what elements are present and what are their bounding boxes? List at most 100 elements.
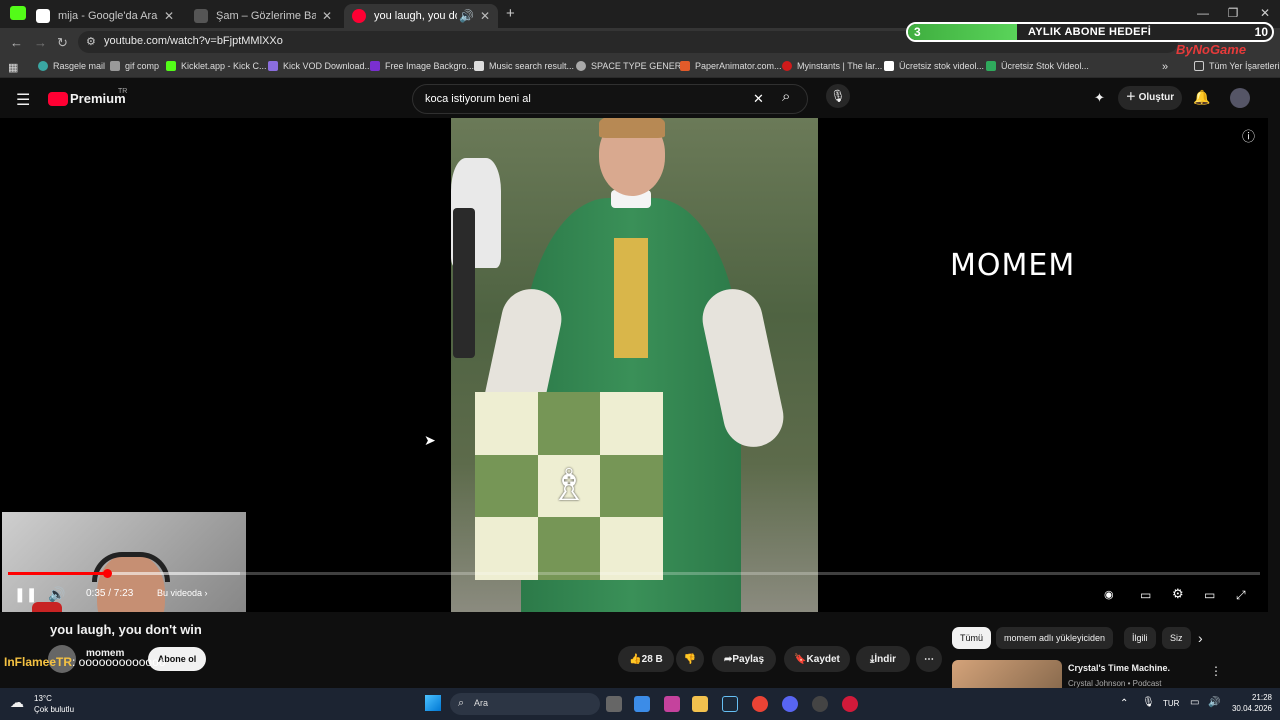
chevron-right-icon[interactable]: ›	[1198, 630, 1203, 646]
bookmark-label: Music search result...	[489, 61, 575, 71]
autoplay-toggle[interactable]: ◉	[1104, 588, 1114, 601]
tray-chevron-icon[interactable]: ⌃	[1120, 698, 1128, 709]
weather-icon[interactable]: ☁	[10, 694, 24, 711]
clear-icon[interactable]: ✕	[753, 91, 764, 107]
thumbs-up-icon: 👍	[629, 653, 642, 665]
search-input[interactable]: koca istiyorum beni al	[425, 93, 531, 105]
voice-search-icon[interactable]: 🎙	[826, 84, 850, 108]
close-icon[interactable]: ✕	[480, 9, 490, 23]
progress-scrubber[interactable]	[102, 569, 112, 578]
reload-button[interactable]: ↻	[57, 35, 68, 51]
discord-icon[interactable]	[782, 696, 798, 712]
bookmark-item[interactable]: Ücretsiz Stok Videol...	[986, 61, 1089, 71]
menu-icon[interactable]: ☰	[16, 90, 30, 110]
bookmark-item[interactable]: Kick VOD Download...	[268, 61, 372, 71]
chat-username: InFlameeTR	[4, 655, 73, 669]
bookmark-label: gif comp	[125, 61, 160, 71]
gemini-icon[interactable]: ✦	[1094, 90, 1105, 106]
account-avatar[interactable]	[1230, 88, 1250, 108]
system-clock[interactable]: 21:28 30.04.2026	[1228, 692, 1272, 714]
minimize-button[interactable]: —	[1188, 6, 1218, 20]
window-close-button[interactable]: ✕	[1250, 6, 1280, 20]
weather-widget[interactable]: 13°C Çok bulutlu	[34, 693, 74, 715]
chat-overlay: InFlameeTR: ooooooooooooo	[4, 655, 165, 669]
chip-you[interactable]: Siz	[1162, 627, 1191, 649]
task-view-icon[interactable]	[606, 696, 622, 712]
sub-goal-max: 10	[1254, 25, 1268, 39]
office-icon[interactable]	[664, 696, 680, 712]
bookmark-label: Rasgele mail	[53, 61, 106, 71]
chip-all[interactable]: Tümü	[952, 627, 992, 649]
dislike-button[interactable]: 👎	[676, 646, 704, 672]
clock-date: 30.04.2026	[1231, 704, 1272, 713]
subtitles-icon[interactable]: ▭	[1140, 588, 1151, 602]
chip-uploader[interactable]: momem adlı yükleyiciden	[996, 627, 1114, 649]
search-icon[interactable]: ⌕	[782, 88, 790, 105]
taskbar-search[interactable]: ⌕ Ara	[450, 693, 600, 715]
maximize-button[interactable]: ❐	[1218, 6, 1248, 20]
fullscreen-icon[interactable]: ⤢	[1236, 588, 1246, 603]
bookmarks-bar: ▦ Rasgele mail gif comp Kicklet.app - Ki…	[0, 56, 1280, 78]
clock-time: 21:28	[1251, 693, 1272, 702]
share-icon: ➦	[723, 653, 733, 665]
chrome-icon[interactable]	[752, 696, 768, 712]
recommendation-thumbnail[interactable]	[952, 660, 1062, 688]
close-icon[interactable]: ✕	[322, 9, 332, 23]
more-actions-button[interactable]: ⋯	[916, 646, 942, 672]
obs-icon[interactable]	[812, 696, 828, 712]
bookmark-item[interactable]: Music search result...	[474, 61, 574, 71]
notifications-icon[interactable]: 🔔	[1193, 89, 1210, 106]
media-app-icon[interactable]	[842, 696, 858, 712]
tab-lyrics[interactable]: Şam – Gözlerime Bak Lyrics | Ge ✕	[186, 4, 340, 28]
bookmark-item[interactable]: Myinstants | The lar...	[782, 61, 882, 71]
steam-icon[interactable]	[722, 696, 738, 712]
apps-icon[interactable]: ▦	[8, 61, 18, 74]
site-info-icon[interactable]: ⚙	[86, 35, 96, 48]
windows-start-icon[interactable]	[425, 695, 441, 711]
store-icon[interactable]	[634, 696, 650, 712]
more-vert-icon[interactable]: ⋮	[1210, 664, 1222, 678]
bookmark-label: Myinstants | The lar...	[797, 61, 883, 71]
forward-button[interactable]: →	[34, 35, 47, 50]
download-button[interactable]: ⤓ İndir	[856, 646, 910, 672]
new-tab-button[interactable]: +	[506, 5, 515, 22]
network-icon[interactable]: ▭	[1190, 697, 1199, 708]
save-button[interactable]: 🔖 Kaydet	[784, 646, 850, 672]
bookmark-item[interactable]: Ücretsiz stok videol...	[884, 61, 984, 71]
kick-extension-icon[interactable]	[10, 6, 26, 20]
pause-icon[interactable]: ❚❚	[14, 586, 37, 603]
tab-youtube[interactable]: you laugh, you don't win - YouTube 🔊 ✕	[344, 4, 498, 28]
more-bookmarks-icon[interactable]: »	[1162, 61, 1168, 73]
search-bar[interactable]: koca istiyorum beni al ✕	[412, 84, 808, 114]
bookmark-item[interactable]: PaperAnimator.com...	[680, 61, 782, 71]
audio-icon[interactable]: 🔊	[459, 9, 474, 23]
bookmark-item[interactable]: Kicklet.app - Kick C...	[166, 61, 267, 71]
bookmark-item[interactable]: Free Image Backgro...	[370, 61, 474, 71]
bookmark-item[interactable]: gif comp	[110, 61, 159, 71]
like-button[interactable]: 👍 28 B	[618, 646, 674, 672]
theater-mode-icon[interactable]: ▭	[1204, 588, 1215, 602]
bookmark-item[interactable]: SPACE TYPE GENER...	[576, 61, 689, 71]
close-icon[interactable]: ✕	[164, 9, 174, 23]
volume-icon[interactable]: 🔊	[48, 586, 65, 603]
time-display: 0:35 / 7:23	[86, 588, 134, 599]
back-button[interactable]: ←	[10, 35, 23, 50]
youtube-logo-icon[interactable]	[48, 92, 68, 106]
chess-square: ♗	[537, 454, 601, 518]
chip-related[interactable]: İlgili	[1124, 627, 1156, 649]
language-indicator[interactable]: TUR	[1163, 699, 1179, 708]
volume-tray-icon[interactable]: 🔊	[1208, 697, 1220, 708]
recommendation-title[interactable]: Crystal's Time Machine.	[1068, 663, 1170, 673]
chapter-button[interactable]: Bu videoda ›	[157, 588, 208, 598]
create-button[interactable]: ＋ Oluştur	[1118, 86, 1182, 110]
all-bookmarks-folder[interactable]: Tüm Yer İşaretleri	[1194, 61, 1280, 71]
chip-label: Tümü	[960, 633, 984, 643]
bookmark-item[interactable]: Rasgele mail	[38, 61, 105, 71]
file-explorer-icon[interactable]	[692, 696, 708, 712]
info-icon[interactable]: ⓘ	[1242, 126, 1255, 145]
microphone-tray-icon[interactable]: 🎙	[1142, 697, 1155, 708]
tab-google-search[interactable]: mija - Google'da Ara ✕	[28, 4, 182, 28]
share-button[interactable]: ➦ Paylaş	[712, 646, 776, 672]
save-label: Kaydet	[806, 653, 840, 665]
settings-icon[interactable]: ⚙	[1172, 586, 1184, 602]
